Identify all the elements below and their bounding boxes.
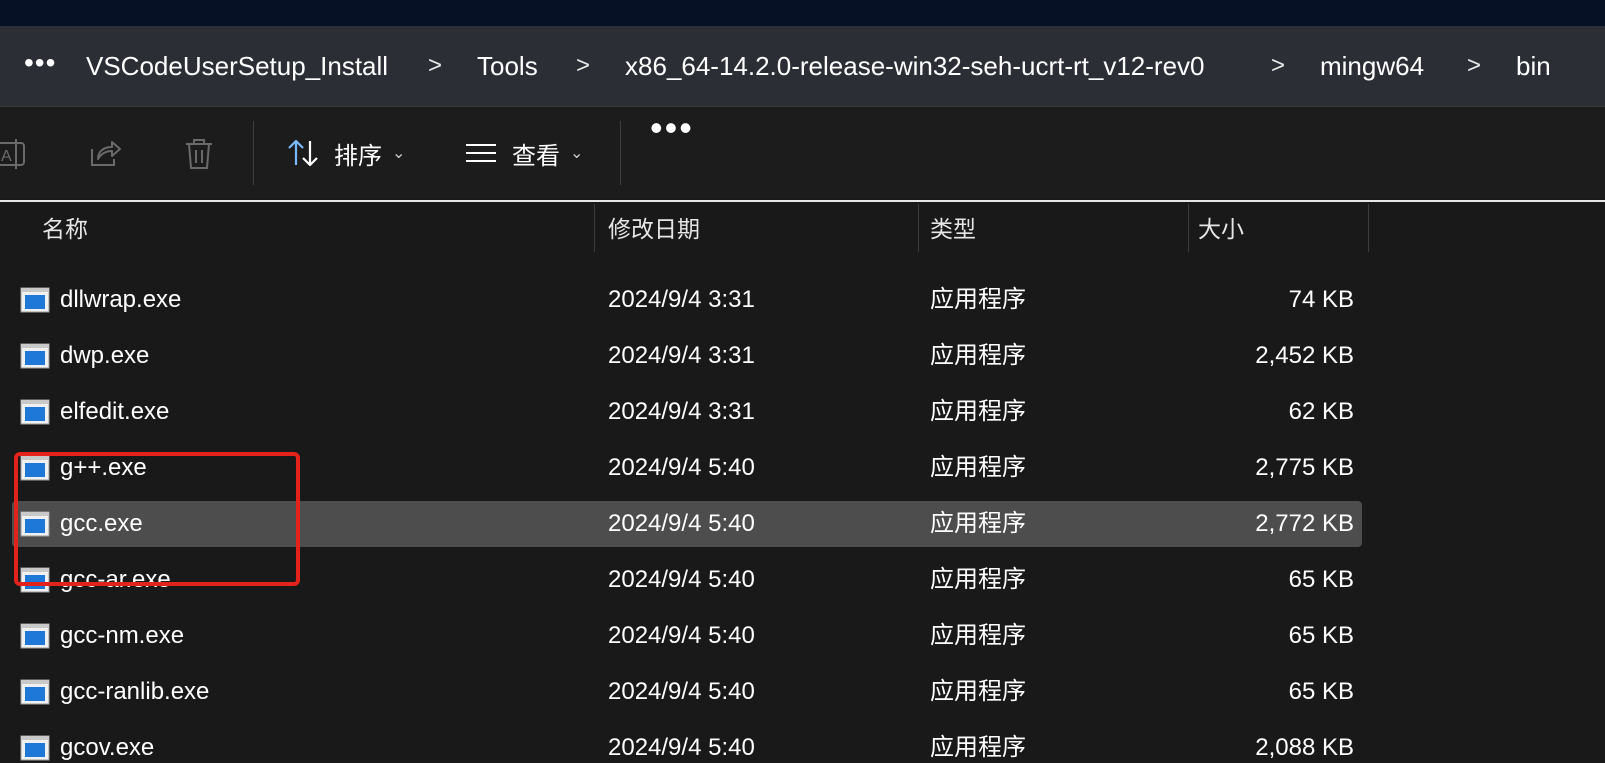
file-type: 应用程序	[930, 678, 1026, 705]
sort-button[interactable]: 排序 ⌄	[286, 127, 405, 179]
sort-icon	[288, 139, 318, 167]
column-resize-handle[interactable]	[918, 204, 919, 252]
file-type: 应用程序	[930, 398, 1026, 425]
view-button[interactable]: 查看 ⌄	[464, 127, 583, 179]
view-label: 查看	[512, 142, 560, 170]
delete-icon[interactable]	[180, 135, 218, 173]
column-header-name[interactable]: 名称	[42, 202, 88, 256]
file-type: 应用程序	[930, 510, 1026, 537]
rename-icon[interactable]: A	[0, 135, 30, 173]
file-name: gcc-ranlib.exe	[60, 678, 210, 705]
file-modified: 2024/9/4 5:40	[608, 678, 755, 705]
file-row[interactable]: elfedit.exe 2024/9/4 3:31 应用程序 62 KB	[12, 389, 1362, 435]
breadcrumb-separator[interactable]: >	[576, 26, 590, 106]
breadcrumb-separator[interactable]: >	[428, 26, 442, 106]
file-size: 2,772 KB	[1255, 510, 1354, 537]
window-top-strip	[0, 0, 1605, 26]
file-type: 应用程序	[930, 454, 1026, 481]
file-type: 应用程序	[930, 286, 1026, 313]
file-modified: 2024/9/4 5:40	[608, 566, 755, 593]
executable-file-icon	[20, 399, 50, 425]
breadcrumb-overflow-button[interactable]: •••	[24, 26, 56, 106]
file-name: dllwrap.exe	[60, 286, 182, 313]
more-options-button[interactable]: •••	[650, 110, 694, 146]
file-modified: 2024/9/4 5:40	[608, 734, 755, 761]
breadcrumb-separator[interactable]: >	[1271, 26, 1285, 106]
file-type: 应用程序	[930, 566, 1026, 593]
breadcrumb-item[interactable]: bin	[1516, 26, 1551, 106]
breadcrumb-separator[interactable]: >	[1467, 26, 1481, 106]
breadcrumb-item[interactable]: Tools	[477, 26, 538, 106]
share-icon[interactable]	[86, 135, 124, 173]
file-size: 74 KB	[1288, 286, 1354, 313]
file-size: 62 KB	[1288, 398, 1354, 425]
svg-text:A: A	[1, 148, 12, 165]
sort-label: 排序	[334, 142, 382, 170]
file-row[interactable]: gcov.exe 2024/9/4 5:40 应用程序 2,088 KB	[12, 725, 1362, 763]
file-row[interactable]: gcc-nm.exe 2024/9/4 5:40 应用程序 65 KB	[12, 613, 1362, 659]
column-header-type[interactable]: 类型	[930, 202, 976, 256]
executable-file-icon	[20, 343, 50, 369]
file-modified: 2024/9/4 3:31	[608, 398, 755, 425]
toolbar-divider	[253, 121, 254, 185]
file-modified: 2024/9/4 5:40	[608, 622, 755, 649]
view-icon	[466, 144, 496, 162]
file-row[interactable]: dllwrap.exe 2024/9/4 3:31 应用程序 74 KB	[12, 277, 1362, 323]
file-size: 65 KB	[1288, 678, 1354, 705]
file-type: 应用程序	[930, 342, 1026, 369]
file-modified: 2024/9/4 5:40	[608, 454, 755, 481]
command-bar: A 排序 ⌄ 查看 ⌄	[0, 107, 1605, 199]
file-size: 2,088 KB	[1255, 734, 1354, 761]
toolbar-divider	[620, 121, 621, 185]
executable-file-icon	[20, 679, 50, 705]
file-modified: 2024/9/4 5:40	[608, 510, 755, 537]
file-size: 2,452 KB	[1255, 342, 1354, 369]
breadcrumb-item[interactable]: x86_64-14.2.0-release-win32-seh-ucrt-rt_…	[625, 26, 1205, 106]
address-bar[interactable]: ••• VSCodeUserSetup_Install > Tools > x8…	[0, 26, 1605, 107]
executable-file-icon	[20, 735, 50, 761]
file-name: dwp.exe	[60, 342, 150, 369]
file-name: gcc-nm.exe	[60, 622, 185, 649]
file-modified: 2024/9/4 3:31	[608, 342, 755, 369]
file-size: 2,775 KB	[1255, 454, 1354, 481]
highlight-box	[14, 452, 300, 586]
column-header-modified[interactable]: 修改日期	[608, 202, 700, 256]
executable-file-icon	[20, 623, 50, 649]
file-size: 65 KB	[1288, 566, 1354, 593]
column-header-row: 名称 修改日期 类型 大小	[0, 202, 1605, 256]
file-type: 应用程序	[930, 734, 1026, 761]
column-resize-handle[interactable]	[1368, 204, 1369, 252]
column-header-size[interactable]: 大小	[1198, 202, 1244, 256]
chevron-down-icon: ⌄	[392, 145, 406, 162]
chevron-down-icon: ⌄	[570, 145, 584, 162]
column-resize-handle[interactable]	[1188, 204, 1189, 252]
file-name: gcov.exe	[60, 734, 155, 761]
breadcrumb-item[interactable]: mingw64	[1320, 26, 1424, 106]
file-row[interactable]: gcc-ranlib.exe 2024/9/4 5:40 应用程序 65 KB	[12, 669, 1362, 715]
file-row[interactable]: dwp.exe 2024/9/4 3:31 应用程序 2,452 KB	[12, 333, 1362, 379]
file-modified: 2024/9/4 3:31	[608, 286, 755, 313]
breadcrumb-item[interactable]: VSCodeUserSetup_Install	[86, 26, 388, 106]
file-name: elfedit.exe	[60, 398, 170, 425]
file-size: 65 KB	[1288, 622, 1354, 649]
file-type: 应用程序	[930, 622, 1026, 649]
column-resize-handle[interactable]	[594, 204, 595, 252]
executable-file-icon	[20, 287, 50, 313]
